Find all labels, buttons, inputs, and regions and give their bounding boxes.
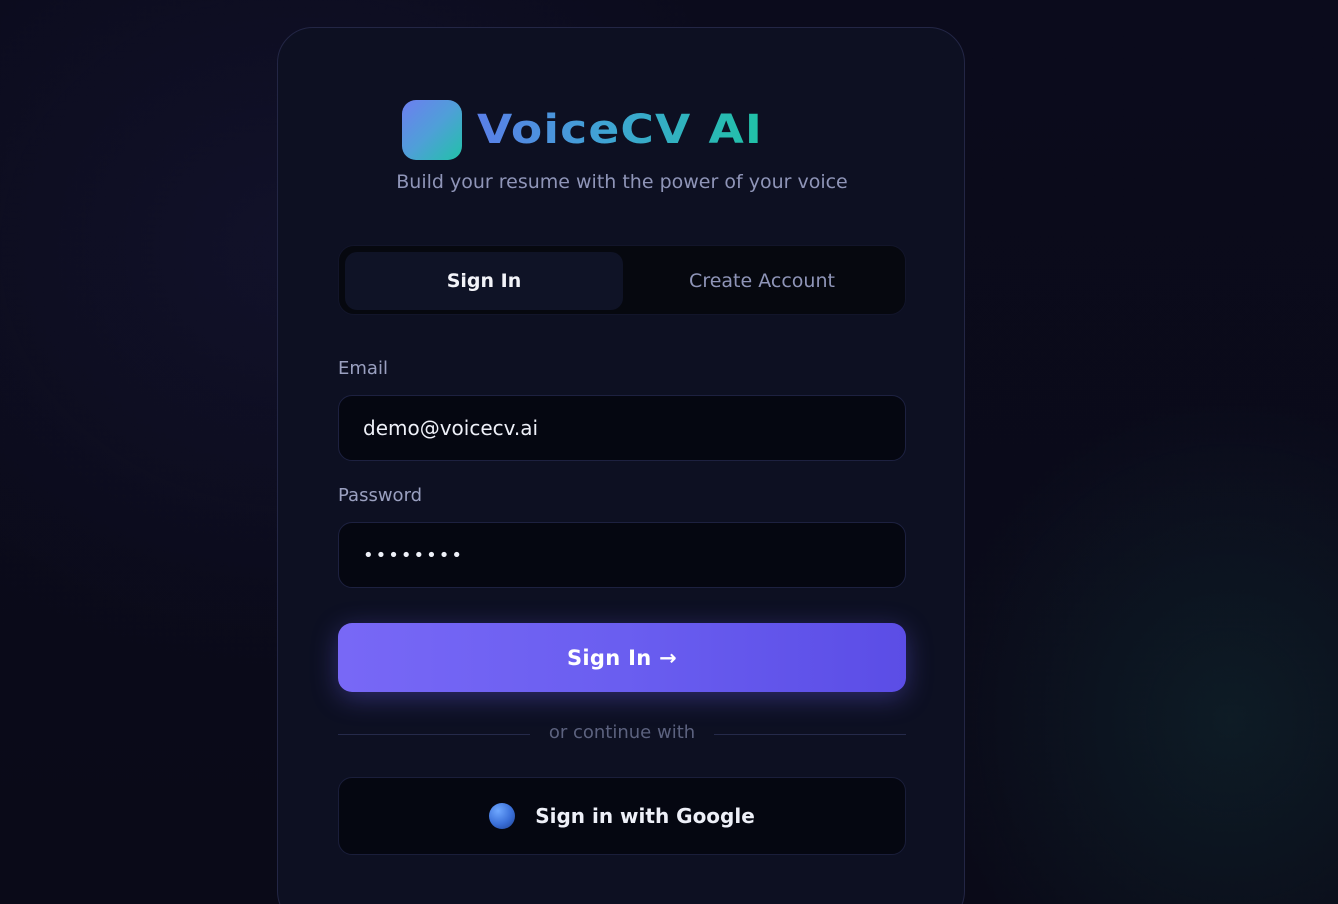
password-field[interactable]: •••••••• <box>338 522 906 588</box>
tagline: Build your resume with the power of your… <box>396 171 848 193</box>
email-label: Email <box>338 358 388 379</box>
divider-text: or continue with <box>548 722 696 743</box>
auth-card: VoiceCV AI Build your resume with the po… <box>277 27 965 904</box>
password-label: Password <box>338 485 423 506</box>
brand-name: VoiceCV AI <box>477 107 764 153</box>
globe-icon <box>489 803 516 829</box>
tab-create-account[interactable]: Create Account <box>623 252 901 310</box>
google-sign-in-label: Sign in with Google <box>535 804 755 828</box>
brand: VoiceCV AI <box>402 100 762 160</box>
logo-icon <box>402 100 462 160</box>
tab-sign-in[interactable]: Sign In <box>345 252 623 310</box>
divider-right <box>714 734 906 735</box>
google-sign-in-button[interactable]: Sign in with Google <box>338 777 906 855</box>
auth-tabs: Sign In Create Account <box>338 245 906 315</box>
sign-in-button[interactable]: Sign In → <box>338 623 906 692</box>
email-field[interactable]: demo@voicecv.ai <box>338 395 906 461</box>
